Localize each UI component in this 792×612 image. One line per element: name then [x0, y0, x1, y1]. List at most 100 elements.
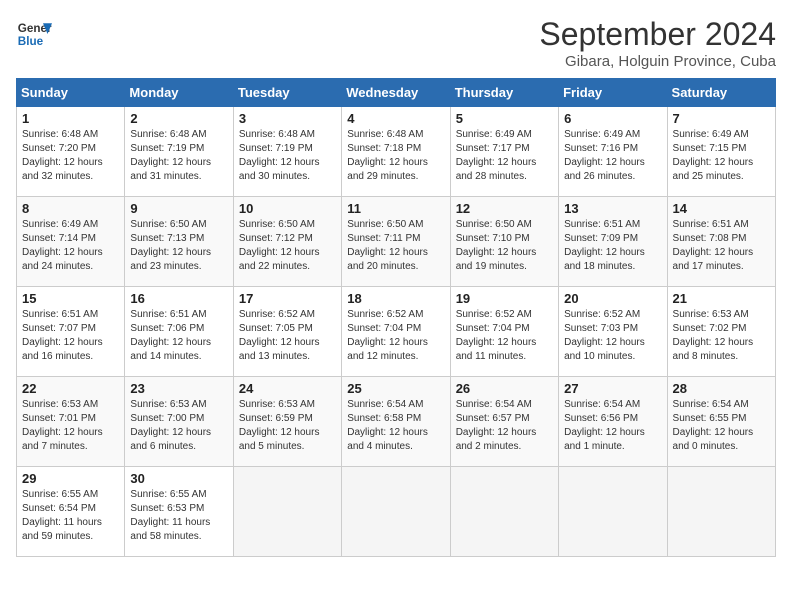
- day-info: Sunrise: 6:49 AM Sunset: 7:14 PM Dayligh…: [22, 218, 119, 274]
- calendar-week-row: 8 Sunrise: 6:49 AM Sunset: 7:14 PM Daylig…: [17, 197, 776, 287]
- day-number: 11: [347, 201, 444, 216]
- logo: General Blue: [16, 16, 52, 52]
- calendar-cell: 2Sunrise: 6:48 AM Sunset: 7:19 PM Daylig…: [125, 107, 233, 197]
- calendar-cell: 12 Sunrise: 6:50 AM Sunset: 7:10 PM Dayli…: [450, 197, 558, 287]
- calendar-cell: 7 Sunrise: 6:49 AM Sunset: 7:15 PM Daylig…: [667, 107, 775, 197]
- day-number: 20: [564, 291, 661, 306]
- calendar-cell: 8 Sunrise: 6:49 AM Sunset: 7:14 PM Daylig…: [17, 197, 125, 287]
- weekday-header-row: SundayMondayTuesdayWednesdayThursdayFrid…: [17, 79, 776, 107]
- day-number: 6: [564, 111, 661, 126]
- day-info: Sunrise: 6:49 AM Sunset: 7:15 PM Dayligh…: [673, 128, 770, 184]
- calendar-cell: 9Sunrise: 6:50 AM Sunset: 7:13 PM Daylig…: [125, 197, 233, 287]
- day-info: Sunrise: 6:53 AM Sunset: 6:59 PM Dayligh…: [239, 398, 336, 454]
- day-number: 25: [347, 381, 444, 396]
- calendar-week-row: 29Sunrise: 6:55 AM Sunset: 6:54 PM Dayli…: [17, 467, 776, 557]
- day-number: 4: [347, 111, 444, 126]
- calendar-cell: [342, 467, 450, 557]
- calendar-cell: [667, 467, 775, 557]
- day-number: 24: [239, 381, 336, 396]
- day-number: 13: [564, 201, 661, 216]
- day-info: Sunrise: 6:49 AM Sunset: 7:16 PM Dayligh…: [564, 128, 661, 184]
- day-number: 8: [22, 201, 119, 216]
- calendar-cell: [559, 467, 667, 557]
- calendar-cell: 14 Sunrise: 6:51 AM Sunset: 7:08 PM Dayli…: [667, 197, 775, 287]
- weekday-header-tuesday: Tuesday: [233, 79, 341, 107]
- day-info: Sunrise: 6:50 AM Sunset: 7:12 PM Dayligh…: [239, 218, 336, 274]
- calendar-cell: 5Sunrise: 6:49 AM Sunset: 7:17 PM Daylig…: [450, 107, 558, 197]
- day-info: Sunrise: 6:48 AM Sunset: 7:20 PM Dayligh…: [22, 128, 119, 184]
- day-info: Sunrise: 6:54 AM Sunset: 6:56 PM Dayligh…: [564, 398, 661, 454]
- day-info: Sunrise: 6:54 AM Sunset: 6:57 PM Dayligh…: [456, 398, 553, 454]
- calendar-week-row: 15 Sunrise: 6:51 AM Sunset: 7:07 PM Dayli…: [17, 287, 776, 377]
- day-info: Sunrise: 6:48 AM Sunset: 7:19 PM Dayligh…: [239, 128, 336, 184]
- day-number: 18: [347, 291, 444, 306]
- calendar-cell: 27 Sunrise: 6:54 AM Sunset: 6:56 PM Dayli…: [559, 377, 667, 467]
- day-info: Sunrise: 6:54 AM Sunset: 6:55 PM Dayligh…: [673, 398, 770, 454]
- calendar-cell: 22 Sunrise: 6:53 AM Sunset: 7:01 PM Dayli…: [17, 377, 125, 467]
- day-info: Sunrise: 6:50 AM Sunset: 7:11 PM Dayligh…: [347, 218, 444, 274]
- day-info: Sunrise: 6:50 AM Sunset: 7:10 PM Dayligh…: [456, 218, 553, 274]
- calendar-cell: 10 Sunrise: 6:50 AM Sunset: 7:12 PM Dayli…: [233, 197, 341, 287]
- calendar-cell: 13 Sunrise: 6:51 AM Sunset: 7:09 PM Dayli…: [559, 197, 667, 287]
- day-number: 17: [239, 291, 336, 306]
- calendar-cell: 24 Sunrise: 6:53 AM Sunset: 6:59 PM Dayli…: [233, 377, 341, 467]
- day-info: Sunrise: 6:52 AM Sunset: 7:03 PM Dayligh…: [564, 308, 661, 364]
- day-number: 15: [22, 291, 119, 306]
- day-number: 19: [456, 291, 553, 306]
- day-number: 27: [564, 381, 661, 396]
- calendar-cell: 29Sunrise: 6:55 AM Sunset: 6:54 PM Dayli…: [17, 467, 125, 557]
- calendar-cell: 4 Sunrise: 6:48 AM Sunset: 7:18 PM Daylig…: [342, 107, 450, 197]
- day-number: 3: [239, 111, 336, 126]
- day-number: 5: [456, 111, 553, 126]
- day-info: Sunrise: 6:51 AM Sunset: 7:09 PM Dayligh…: [564, 218, 661, 274]
- day-info: Sunrise: 6:51 AM Sunset: 7:08 PM Dayligh…: [673, 218, 770, 274]
- day-number: 14: [673, 201, 770, 216]
- calendar-cell: 28 Sunrise: 6:54 AM Sunset: 6:55 PM Dayli…: [667, 377, 775, 467]
- month-year-title: September 2024: [539, 16, 776, 53]
- calendar-cell: 3 Sunrise: 6:48 AM Sunset: 7:19 PM Daylig…: [233, 107, 341, 197]
- calendar-cell: 20 Sunrise: 6:52 AM Sunset: 7:03 PM Dayli…: [559, 287, 667, 377]
- day-info: Sunrise: 6:48 AM Sunset: 7:18 PM Dayligh…: [347, 128, 444, 184]
- calendar-cell: [233, 467, 341, 557]
- weekday-header-thursday: Thursday: [450, 79, 558, 107]
- calendar-cell: 25Sunrise: 6:54 AM Sunset: 6:58 PM Dayli…: [342, 377, 450, 467]
- day-info: Sunrise: 6:52 AM Sunset: 7:04 PM Dayligh…: [456, 308, 553, 364]
- day-info: Sunrise: 6:55 AM Sunset: 6:54 PM Dayligh…: [22, 488, 119, 544]
- day-info: Sunrise: 6:53 AM Sunset: 7:02 PM Dayligh…: [673, 308, 770, 364]
- calendar-cell: 15 Sunrise: 6:51 AM Sunset: 7:07 PM Dayli…: [17, 287, 125, 377]
- weekday-header-friday: Friday: [559, 79, 667, 107]
- location-subtitle: Gibara, Holguin Province, Cuba: [539, 53, 776, 70]
- calendar-cell: 1 Sunrise: 6:48 AM Sunset: 7:20 PM Daylig…: [17, 107, 125, 197]
- calendar-cell: 21 Sunrise: 6:53 AM Sunset: 7:02 PM Dayli…: [667, 287, 775, 377]
- day-number: 22: [22, 381, 119, 396]
- calendar-table: SundayMondayTuesdayWednesdayThursdayFrid…: [16, 78, 776, 557]
- day-number: 21: [673, 291, 770, 306]
- calendar-cell: 16Sunrise: 6:51 AM Sunset: 7:06 PM Dayli…: [125, 287, 233, 377]
- day-info: Sunrise: 6:53 AM Sunset: 7:01 PM Dayligh…: [22, 398, 119, 454]
- weekday-header-saturday: Saturday: [667, 79, 775, 107]
- day-number: 1: [22, 111, 119, 126]
- day-number: 28: [673, 381, 770, 396]
- calendar-cell: 18Sunrise: 6:52 AM Sunset: 7:04 PM Dayli…: [342, 287, 450, 377]
- calendar-cell: 26Sunrise: 6:54 AM Sunset: 6:57 PM Dayli…: [450, 377, 558, 467]
- day-number: 9: [130, 201, 227, 216]
- calendar-cell: 6 Sunrise: 6:49 AM Sunset: 7:16 PM Daylig…: [559, 107, 667, 197]
- calendar-cell: 30 Sunrise: 6:55 AM Sunset: 6:53 PM Dayli…: [125, 467, 233, 557]
- day-number: 2: [130, 111, 227, 126]
- day-number: 30: [130, 471, 227, 486]
- day-info: Sunrise: 6:51 AM Sunset: 7:07 PM Dayligh…: [22, 308, 119, 364]
- logo-icon: General Blue: [16, 16, 52, 52]
- day-number: 12: [456, 201, 553, 216]
- calendar-cell: [450, 467, 558, 557]
- day-info: Sunrise: 6:55 AM Sunset: 6:53 PM Dayligh…: [130, 488, 227, 544]
- day-number: 10: [239, 201, 336, 216]
- day-number: 7: [673, 111, 770, 126]
- calendar-cell: 17Sunrise: 6:52 AM Sunset: 7:05 PM Dayli…: [233, 287, 341, 377]
- weekday-header-sunday: Sunday: [17, 79, 125, 107]
- svg-text:Blue: Blue: [18, 35, 44, 48]
- calendar-cell: 23Sunrise: 6:53 AM Sunset: 7:00 PM Dayli…: [125, 377, 233, 467]
- day-number: 16: [130, 291, 227, 306]
- calendar-body: 1 Sunrise: 6:48 AM Sunset: 7:20 PM Daylig…: [17, 107, 776, 557]
- weekday-header-wednesday: Wednesday: [342, 79, 450, 107]
- calendar-cell: 11 Sunrise: 6:50 AM Sunset: 7:11 PM Dayli…: [342, 197, 450, 287]
